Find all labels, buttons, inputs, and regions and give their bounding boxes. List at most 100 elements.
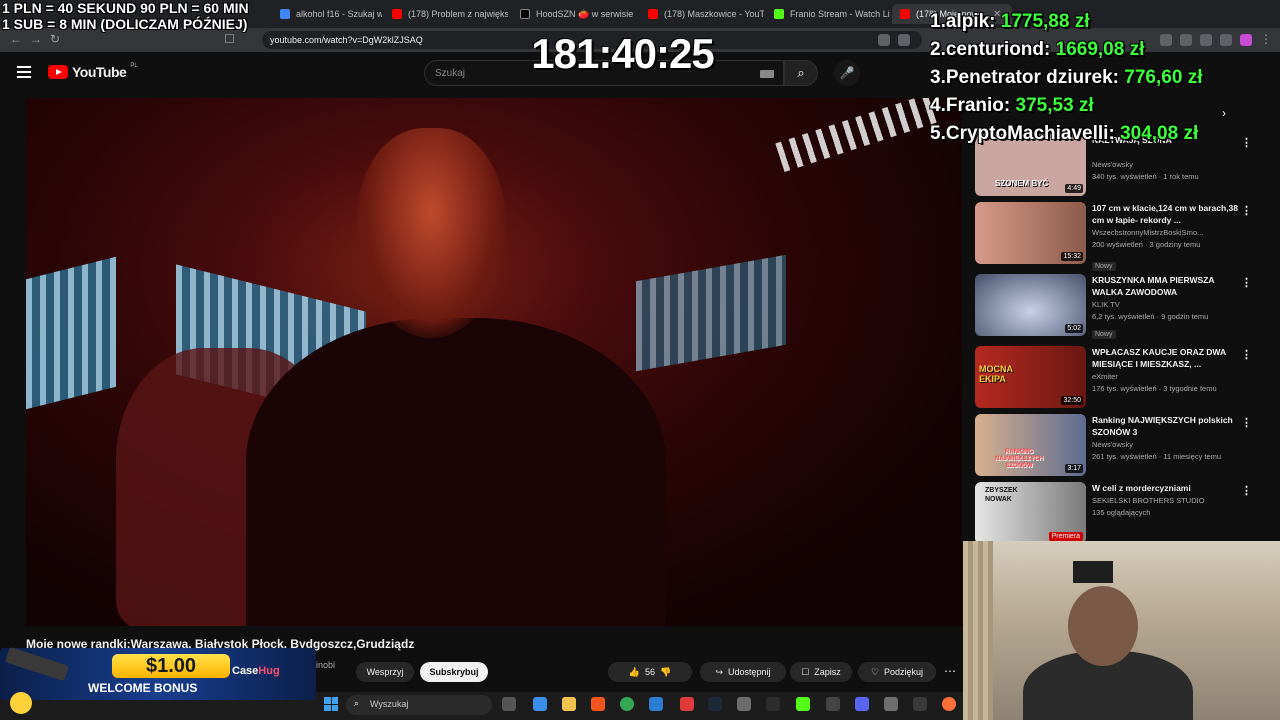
- steam-icon[interactable]: [708, 697, 722, 711]
- premiere-badge: Premiera: [1048, 532, 1083, 541]
- brand-case: Case: [232, 665, 259, 677]
- firefox-icon[interactable]: [942, 697, 956, 711]
- more-actions-icon[interactable]: ⋯: [944, 664, 956, 678]
- keyboard-icon[interactable]: [760, 70, 774, 78]
- channel-name[interactable]: News'owsky: [1092, 440, 1247, 449]
- channel-name[interactable]: SEKIELSKI BROTHERS STUDIO: [1092, 496, 1247, 505]
- ad-amount: $1.00: [112, 654, 230, 678]
- video-thumbnail[interactable]: 15:32: [975, 202, 1086, 264]
- video-meta: 261 tys. wyświetleń · 11 miesięcy temu: [1092, 452, 1222, 461]
- video-thumbnail[interactable]: RANKING NAJWIĘKSZYCH SZONÓW 3:17: [975, 414, 1086, 476]
- support-button[interactable]: Wesprzyj: [356, 662, 414, 682]
- video-player[interactable]: [26, 98, 962, 626]
- duration-badge: 15:32: [1061, 252, 1083, 261]
- taskbar-search-input[interactable]: Wyszukaj: [346, 695, 492, 715]
- video-meta: 6,2 tys. wyświetleń · 9 godzin temu: [1092, 312, 1209, 321]
- more-options-icon[interactable]: ⋮: [1241, 276, 1252, 289]
- save-label: Zapisz: [814, 667, 841, 677]
- brand-hug: Hug: [258, 665, 280, 677]
- save-button[interactable]: ☐ Zapisz: [790, 662, 852, 682]
- more-options-icon[interactable]: ⋮: [1241, 484, 1252, 497]
- thumbnail-text: ZBYSZEK NOWAK: [985, 487, 1018, 503]
- forward-icon[interactable]: →: [30, 32, 42, 46]
- x-icon: [520, 9, 530, 19]
- video-title[interactable]: W celi z mordercyzniami: [1092, 482, 1242, 494]
- tab-title: HoodSZN 🍅 w serwisie X: [536, 8, 636, 19]
- video-meta: 340 tys. wyświetleń · 1 rok temu: [1092, 172, 1199, 181]
- tab-youtube-2[interactable]: (178) Maszkowice - YouTu: [640, 4, 764, 24]
- cast-icon[interactable]: [878, 34, 890, 46]
- more-options-icon[interactable]: ⋮: [1241, 204, 1252, 217]
- list-item[interactable]: RANKING NAJWIĘKSZYCH SZONÓW 3:17 Ranking…: [975, 414, 1265, 484]
- share-icon[interactable]: [898, 34, 910, 46]
- file-explorer-icon[interactable]: [562, 697, 576, 711]
- subscribe-button[interactable]: Subskrybuj: [420, 662, 488, 682]
- thumbnail-text: SZONEM BYĆ: [995, 179, 1049, 188]
- channel-name[interactable]: inobi: [316, 660, 335, 670]
- reload-icon[interactable]: ↻: [50, 32, 60, 46]
- kick-icon: [774, 9, 784, 19]
- bookmark-icon: ☐: [801, 666, 810, 677]
- bookmark-icon[interactable]: ☐: [224, 32, 235, 46]
- video-thumbnail[interactable]: ZBYSZEK NOWAK Premiera: [975, 482, 1086, 544]
- discord-icon[interactable]: [855, 697, 869, 711]
- search-button[interactable]: ⌕: [784, 60, 818, 86]
- app-icon[interactable]: [913, 697, 927, 711]
- heart-icon: ♡: [870, 666, 880, 677]
- coin-icon: [10, 692, 32, 714]
- thumbnail-text: RANKING NAJWIĘKSZYCH SZONÓW: [994, 449, 1043, 469]
- more-options-icon[interactable]: ⋮: [1241, 416, 1252, 429]
- share-label: Udostępnij: [728, 667, 771, 677]
- channel-name[interactable]: KLIK TV: [1092, 300, 1247, 309]
- microphone-icon[interactable]: 🎤: [834, 60, 860, 86]
- thumbs-up-icon[interactable]: 👍: [629, 667, 640, 678]
- channel-name[interactable]: eXmiter: [1092, 372, 1247, 381]
- video-meta: 176 tys. wyświetleń · 3 tygodnie temu: [1092, 384, 1217, 393]
- like-dislike-group[interactable]: 👍 56 👎: [608, 662, 692, 682]
- settings-icon[interactable]: [884, 697, 898, 711]
- tab-kick[interactable]: Franio Stream - Watch Liv: [766, 4, 890, 24]
- task-view-icon[interactable]: [502, 697, 516, 711]
- kick-icon[interactable]: [796, 697, 810, 711]
- logo-text: YouTube: [72, 64, 127, 80]
- copilot-icon[interactable]: [533, 697, 547, 711]
- video-title[interactable]: 107 cm w klacie,124 cm w barach,38 cm w …: [1092, 202, 1242, 226]
- video-thumbnail[interactable]: 5:02: [975, 274, 1086, 336]
- thanks-button[interactable]: ♡ Podziękuj: [858, 662, 936, 682]
- tab-youtube-1[interactable]: (178) Problem z największ: [384, 4, 508, 24]
- youtube-logo[interactable]: YouTube PL: [48, 63, 138, 80]
- hamburger-menu-icon[interactable]: [17, 66, 31, 78]
- app-icon[interactable]: [680, 697, 694, 711]
- video-thumbnail[interactable]: MOCNA EKIPA 32:50: [975, 346, 1086, 408]
- tab-title: (178) Problem z największ: [408, 9, 508, 19]
- app-icon[interactable]: [737, 697, 751, 711]
- curtain: [963, 541, 993, 720]
- video-title[interactable]: KRUSZYNKA MMA PIERWSZA WALKA ZAWODOWA: [1092, 274, 1242, 298]
- calculator-icon[interactable]: [766, 697, 780, 711]
- more-options-icon[interactable]: ⋮: [1241, 348, 1252, 361]
- app-icon[interactable]: [649, 697, 663, 711]
- duration-badge: 3:17: [1065, 464, 1083, 473]
- chrome-icon[interactable]: [620, 697, 634, 711]
- list-item[interactable]: 5:02 KRUSZYNKA MMA PIERWSZA WALKA ZAWODO…: [975, 274, 1265, 344]
- obs-icon[interactable]: [826, 697, 840, 711]
- video-title[interactable]: Ranking NAJWIĘKSZYCH polskich SZONÓW 3: [1092, 414, 1242, 438]
- channel-name[interactable]: WszechstronnyMistrzBoskiSmo...: [1092, 228, 1247, 237]
- share-button[interactable]: ↪ Udostępnij: [700, 662, 786, 682]
- list-item[interactable]: MOCNA EKIPA 32:50 WPŁACASZ KAUCJE ORAZ D…: [975, 346, 1265, 416]
- youtube-play-icon: [48, 65, 68, 79]
- person-face: [356, 128, 506, 338]
- back-icon[interactable]: ←: [10, 32, 22, 46]
- tab-x[interactable]: HoodSZN 🍅 w serwisie X: [512, 4, 636, 24]
- video-title[interactable]: WPŁACASZ KAUCJE ORAZ DWA MIESIĄCE I MIES…: [1092, 346, 1242, 370]
- channel-name[interactable]: News'owsky: [1092, 160, 1247, 169]
- brave-icon[interactable]: [591, 697, 605, 711]
- list-item[interactable]: 15:32 107 cm w klacie,124 cm w barach,38…: [975, 202, 1265, 272]
- video-meta: 200 wyświetleń · 3 godziny temu: [1092, 240, 1201, 249]
- tab-title: (178) Maszkowice - YouTu: [664, 9, 764, 19]
- windows-start-icon[interactable]: [324, 697, 338, 711]
- tab-google[interactable]: alkohol f16 - Szukaj w Goo: [272, 4, 382, 24]
- tab-title: alkohol f16 - Szukaj w Goo: [296, 9, 382, 19]
- thumbnail-text: MOCNA EKIPA: [979, 364, 1013, 384]
- thumbs-down-icon[interactable]: 👎: [660, 667, 671, 678]
